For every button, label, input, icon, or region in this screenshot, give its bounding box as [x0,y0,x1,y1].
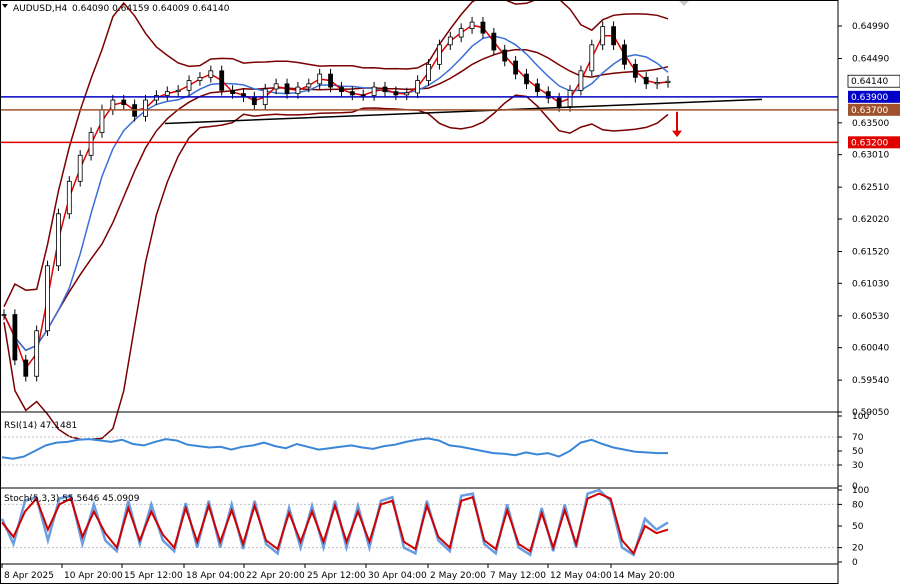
time-tick-label: 14 May 20:00 [613,571,675,581]
time-tick-label: 30 Apr 04:00 [368,571,427,581]
candle-body [567,89,573,107]
time-tick-label: 7 May 12:00 [490,571,546,581]
candle-body [600,26,606,46]
candle-body [426,63,431,81]
stoch-tick-label: 20 [852,544,864,554]
candle-body [77,154,83,182]
stoch-title: Stoch(5,3,3) 55.5646 45.0909 [4,494,140,504]
time-tick-label: 12 May 04:00 [550,571,612,581]
candle-body [622,44,627,65]
candle-body [480,21,486,34]
price-tick-label: 0.64490 [852,54,889,64]
time-tick-label: 2 May 20:00 [430,571,486,581]
candle-body [458,28,464,38]
candle-body [317,73,323,85]
candle-body [632,63,638,78]
candle-body [88,132,94,156]
rsi-tick-label: 70 [852,433,864,443]
time-tick-label: 15 Apr 12:00 [124,571,183,581]
level-price-label: 0.63700 [851,106,888,116]
candle-body [12,314,18,361]
price-tick-label: 0.59540 [852,376,889,386]
candle-body [110,99,116,111]
candle-body [415,80,421,94]
candle-body [164,91,170,96]
ohlc-readout: 0.64090 0.64159 0.64009 0.64140 [72,4,230,14]
rsi-tick-label: 30 [852,461,864,471]
chart-canvas[interactable]: AUDUSD,H4 0.64090 0.64159 0.64009 0.6414… [0,0,900,584]
time-tick-label: 25 Apr 12:00 [307,571,366,581]
candle-body [230,89,235,94]
candle-body [349,91,355,96]
price-tick-label: 0.62510 [852,183,889,193]
candle-body [534,83,540,93]
time-tick-label: 8 Apr 2025 [4,571,54,581]
price-tick-label: 0.60040 [852,344,889,354]
time-tick-label: 22 Apr 20:00 [246,571,305,581]
symbol-label: AUDUSD,H4 [13,4,68,14]
level-price-label: 0.63900 [851,93,888,103]
candle-body [404,92,410,96]
candle-body [665,80,671,83]
candle-body [654,82,660,85]
price-tick-label: 0.61520 [852,247,889,257]
stoch-tick-label: 100 [852,486,869,496]
candle-body [143,99,148,117]
candle-body [273,83,279,90]
candle-body [447,36,453,46]
candle-body [175,89,181,93]
candle-body [295,86,301,94]
stoch-tick-label: 0 [852,558,858,568]
candle-body [360,94,366,97]
candle-body [284,83,290,94]
candle-body [578,70,584,91]
rsi-tick-label: 50 [852,447,864,457]
candle-body [524,73,529,85]
candle-body [121,99,127,106]
price-tick-label: 0.60530 [852,312,889,322]
candle-body [1,314,7,316]
time-tick-label: 10 Apr 20:00 [64,571,123,581]
stoch-tick-label: 80 [852,500,864,510]
candle-body [371,86,377,96]
candle-body [56,213,61,267]
candle-body [339,86,344,93]
price-tick-label: 0.61030 [852,279,889,289]
candle-body [208,70,214,78]
candle-body [219,70,225,91]
candle-body [437,44,442,65]
current-price-label: 0.64140 [851,77,888,87]
candle-body [491,32,497,51]
candle-body [513,60,519,75]
candle-body [306,83,312,88]
candle-body [469,21,475,29]
candle-body [611,26,616,46]
stoch-tick-label: 50 [852,522,864,532]
level-price-label: 0.63200 [851,138,888,148]
price-tick-label: 0.64990 [852,22,889,32]
candle-body [186,80,192,91]
rsi-title: RSI(14) 47.1481 [4,421,77,431]
candle-body [197,76,203,81]
time-tick-label: 18 Apr 04:00 [186,571,245,581]
candle-body [556,97,562,107]
candle-body [34,330,40,377]
candle-body [23,359,29,377]
candle-body [643,76,649,85]
candle-body [502,49,508,62]
candle-body [66,180,72,215]
price-tick-label: 0.63500 [852,119,889,129]
candle-body [382,86,388,93]
price-tick-label: 0.62020 [852,215,889,225]
candle-body [589,44,595,72]
candle-body [328,73,333,88]
candle-body [99,109,105,133]
chart-window: AUDUSD,H4 0.64090 0.64159 0.64009 0.6414… [0,0,900,584]
candle-body [45,265,50,332]
candle-body [393,91,399,96]
price-tick-label: 0.59050 [852,408,889,418]
price-tick-label: 0.63010 [852,151,889,161]
candle-body [251,96,257,106]
